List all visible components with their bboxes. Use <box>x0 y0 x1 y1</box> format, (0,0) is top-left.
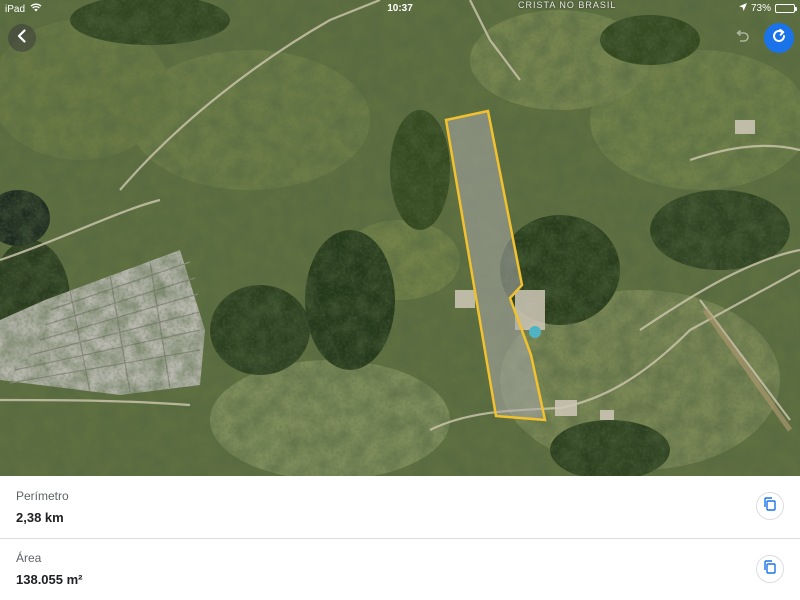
satellite-imagery <box>0 0 800 476</box>
area-value: 138.055 m² <box>16 572 83 587</box>
copy-icon <box>763 496 777 516</box>
measurement-sheet: Perímetro 2,38 km Área 138.055 m² <box>0 476 800 600</box>
perimeter-row: Perímetro 2,38 km <box>0 476 800 538</box>
status-time: 10:37 <box>387 3 413 14</box>
copy-area-button[interactable] <box>756 555 784 583</box>
battery-percent: 73% <box>750 3 771 14</box>
copy-icon <box>763 559 777 579</box>
status-right: 73% <box>738 3 797 14</box>
back-button[interactable] <box>8 24 36 52</box>
undo-icon <box>734 29 750 47</box>
refresh-button[interactable] <box>764 23 794 53</box>
perimeter-value: 2,38 km <box>16 510 64 525</box>
satellite-map[interactable] <box>0 0 800 476</box>
area-row: Área 138.055 m² <box>0 539 800 600</box>
perimeter-label: Perímetro <box>16 489 69 503</box>
area-label: Área <box>16 551 42 565</box>
battery-icon <box>775 4 797 13</box>
undo-button[interactable] <box>730 26 754 50</box>
copy-perimeter-button[interactable] <box>756 492 784 520</box>
status-bar: iPad 10:37 73% <box>0 0 800 18</box>
location-arrow-icon <box>738 3 747 14</box>
refresh-icon <box>771 28 787 49</box>
chevron-left-icon <box>16 28 28 48</box>
